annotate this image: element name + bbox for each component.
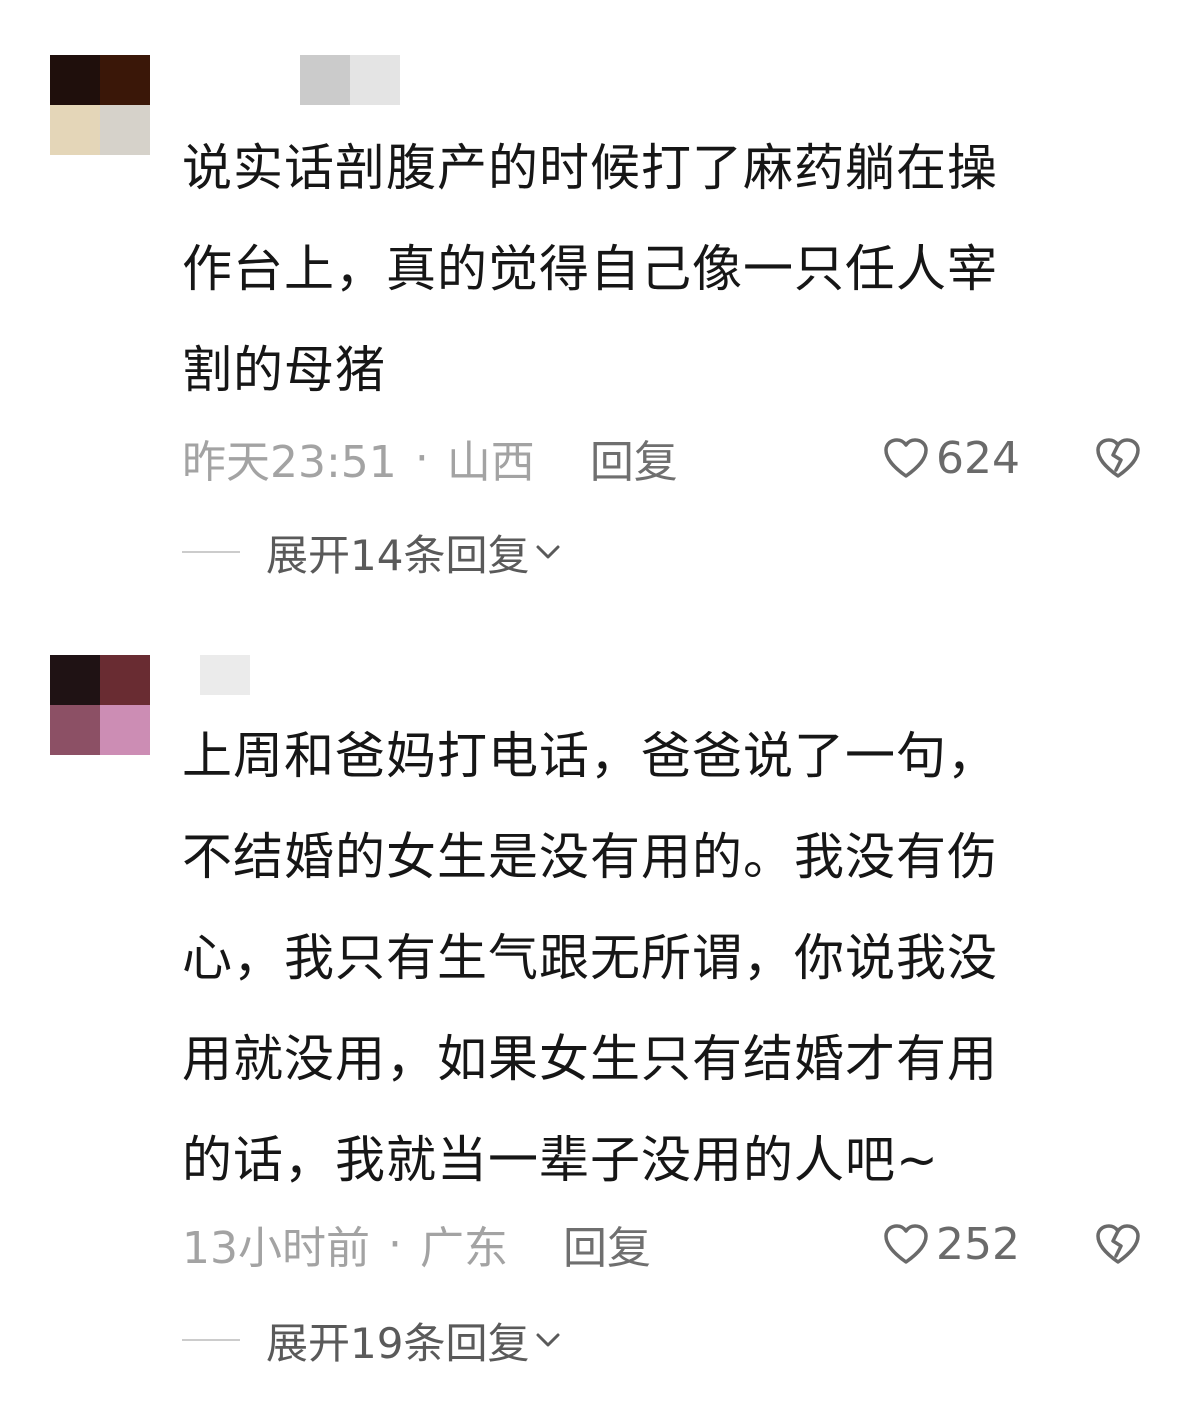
redaction-block: [200, 655, 250, 695]
expand-replies-label: 展开19条回复: [266, 1318, 530, 1368]
like-count: 252: [936, 1218, 1020, 1270]
avatar-tile: [50, 705, 100, 755]
heart-outline-icon: [884, 1224, 928, 1264]
comment-time: 13小时前: [182, 1223, 370, 1274]
comment-text: 上周和爸妈打电话，爸爸说了一句， 不结婚的女生是没有用的。我没有伤 心，我只有生…: [182, 727, 998, 1189]
avatar[interactable]: [50, 655, 150, 755]
avatar-tile: [50, 655, 100, 705]
dislike-button[interactable]: [1094, 1214, 1142, 1274]
chevron-down-icon: [536, 1333, 560, 1347]
broken-heart-icon: [1096, 1224, 1140, 1264]
comment-item: 上周和爸妈打电话，爸爸说了一句， 不结婚的女生是没有用的。我没有伤 心，我只有生…: [0, 0, 1200, 1405]
comment-location: 广东: [420, 1223, 508, 1274]
username-redacted[interactable]: [200, 655, 250, 695]
reply-button[interactable]: 回复: [563, 1212, 651, 1276]
divider-line: [182, 1339, 240, 1341]
expand-replies-button[interactable]: 展开19条回复: [182, 1310, 561, 1370]
like-button[interactable]: 252: [882, 1214, 1020, 1274]
separator-dot: ·: [388, 1218, 402, 1270]
avatar-tile: [100, 705, 150, 755]
avatar-tile: [100, 655, 150, 705]
comment-meta: 13小时前 · 广东 回复: [182, 1212, 651, 1276]
